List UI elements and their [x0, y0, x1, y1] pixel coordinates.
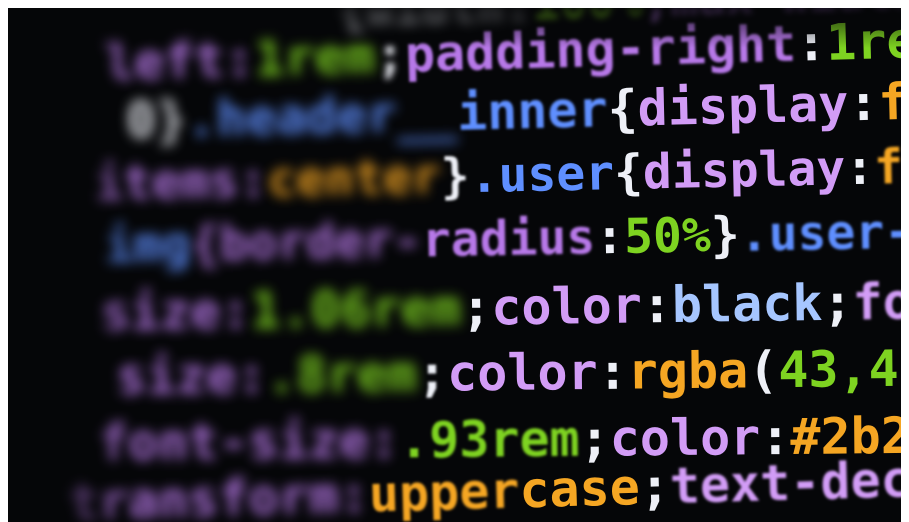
code-token: 1rem — [253, 26, 376, 88]
code-token: black — [671, 273, 823, 335]
code-token: 0} — [125, 90, 187, 150]
code-token: } — [440, 148, 471, 205]
code-line: size:.8rem;color:rgba(43,42,44,0.7)}.na — [116, 338, 901, 406]
code-token: color — [490, 276, 643, 337]
code-token: ( — [747, 341, 779, 400]
code-token: { — [613, 144, 644, 202]
code-token: ; — [416, 344, 448, 403]
code-line: img{border-radius:50%}.user-content{padd — [104, 200, 901, 274]
code-token: upper — [368, 461, 521, 522]
code-token: : — [847, 73, 880, 133]
code-token: inner — [456, 80, 609, 142]
code-token: ; — [460, 278, 492, 337]
code-token: : — [795, 13, 828, 73]
code-token: 43,42,44 — [777, 338, 901, 400]
code-token: display — [642, 140, 846, 201]
code-token: font-size: — [97, 411, 400, 472]
code-token: ; — [638, 457, 671, 517]
code-token: 1.06rem — [250, 278, 462, 340]
code-token: .user — [469, 145, 615, 205]
code-token: { — [606, 79, 639, 139]
code-token: center — [266, 148, 442, 209]
code-token: : — [594, 208, 625, 266]
code-token: ; — [374, 25, 406, 85]
code-token: 1rem — [825, 10, 901, 72]
code-token: left: — [103, 29, 256, 92]
code-token: transform: — [67, 465, 370, 522]
code-token: img — [103, 216, 192, 274]
code-token: ; — [822, 273, 853, 332]
code-token: items: — [93, 152, 268, 212]
code-token: size: — [99, 281, 251, 342]
code-token: } — [710, 206, 741, 264]
code-token: rgba — [627, 341, 749, 401]
code-photo: {width:100%,max-width:autoleft:1rem;padd… — [8, 8, 901, 522]
code-token: : — [844, 139, 875, 197]
code-token: flex — [873, 137, 901, 196]
code-token: color — [446, 342, 598, 403]
code-token: font-weight — [852, 268, 901, 332]
code-token: display — [636, 74, 849, 138]
code-token: .user-content — [739, 200, 901, 263]
code-token: .8rem — [266, 344, 418, 405]
code-token: size: — [115, 346, 267, 406]
code-token: radius — [421, 209, 596, 269]
code-token: flex — [877, 70, 901, 132]
code-token: 50% — [623, 207, 712, 265]
code-token: .header__ — [185, 83, 458, 149]
code-token: : — [597, 342, 629, 401]
code-block: {width:100%,max-width:autoleft:1rem;padd… — [8, 8, 901, 522]
code-token: {border- — [190, 212, 423, 273]
code-line: size:1.06rem;color:black;font-weight:bo — [100, 268, 901, 342]
code-token: : — [641, 276, 673, 335]
code-token: padding-right — [404, 14, 797, 84]
code-token: case — [518, 458, 641, 520]
